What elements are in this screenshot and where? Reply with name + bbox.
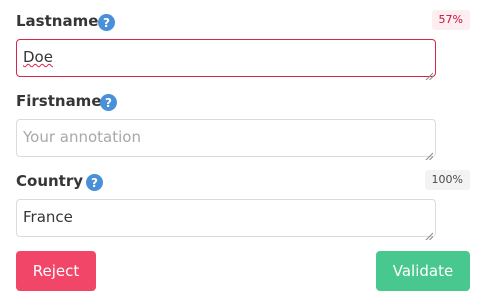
field-label-row: Firstname ?: [16, 90, 470, 116]
svg-text:?: ?: [91, 176, 98, 190]
confidence-badge: 57%: [431, 10, 470, 30]
field-label-row: Country ? 100%: [16, 170, 470, 196]
question-circle-icon[interactable]: ?: [98, 14, 115, 31]
confidence-badge: 100%: [424, 170, 470, 190]
firstname-input[interactable]: Your annotation: [16, 119, 436, 161]
field-label-country: Country: [16, 172, 84, 190]
question-circle-icon[interactable]: ?: [86, 174, 103, 191]
svg-text:?: ?: [105, 96, 112, 110]
validate-button[interactable]: Validate: [376, 251, 470, 291]
field-label-lastname: Lastname: [16, 12, 99, 30]
reject-button[interactable]: Reject: [16, 251, 96, 291]
lastname-value: Doe: [23, 48, 53, 66]
country-input[interactable]: France: [16, 199, 436, 241]
field-label-row: Lastname ? 57%: [16, 10, 470, 36]
firstname-placeholder: Your annotation: [23, 128, 141, 146]
field-firstname: Firstname ? Your annotation: [16, 90, 470, 161]
field-lastname: Lastname ? 57% Doe: [16, 10, 470, 81]
resize-grip-icon[interactable]: [425, 66, 434, 81]
annotation-form: Lastname ? 57% Doe Firstname ? Your anno…: [0, 0, 485, 307]
resize-grip-icon[interactable]: [425, 146, 434, 161]
country-value: France: [23, 208, 73, 226]
field-country: Country ? 100% France: [16, 170, 470, 241]
svg-text:?: ?: [103, 16, 110, 30]
resize-grip-icon[interactable]: [425, 226, 434, 241]
question-circle-icon[interactable]: ?: [100, 94, 117, 111]
field-label-firstname: Firstname: [16, 92, 102, 110]
lastname-input[interactable]: Doe: [16, 39, 436, 81]
